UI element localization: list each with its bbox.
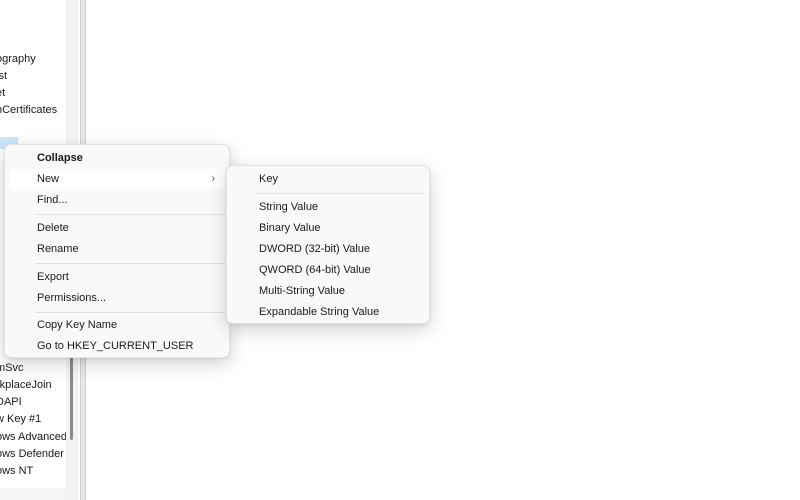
tree-node[interactable]: et [0, 86, 5, 100]
new-menu-item[interactable]: New › [9, 169, 225, 189]
go-to-hkcu-menu-item[interactable]: Go to HKEY_CURRENT_USER [9, 336, 225, 356]
tree-node[interactable]: mSvc [0, 361, 24, 375]
menu-separator [35, 214, 225, 215]
new-multi-string-value-menu-item[interactable]: Multi-String Value [231, 281, 425, 301]
new-expandable-string-value-menu-item[interactable]: Expandable String Value [231, 302, 425, 322]
new-binary-value-menu-item[interactable]: Binary Value [231, 218, 425, 238]
new-key-menu-item[interactable]: Key [231, 169, 425, 189]
tree-node[interactable]: DAPI [0, 395, 22, 409]
tree-node[interactable]: ist [0, 69, 7, 83]
horizontal-scrollbar[interactable] [0, 488, 66, 500]
new-string-value-menu-item[interactable]: String Value [231, 197, 425, 217]
tree-node[interactable]: ography [0, 52, 36, 66]
tree-node[interactable]: w Key #1 [0, 412, 41, 426]
delete-menu-item[interactable]: Delete [9, 218, 225, 238]
tree-node[interactable]: ows NT [0, 464, 33, 478]
rename-menu-item[interactable]: Rename [9, 239, 225, 259]
chevron-right-icon: › [211, 173, 215, 184]
permissions-menu-item[interactable]: Permissions... [9, 288, 225, 308]
new-menu-item-label: New [37, 173, 60, 185]
new-qword-value-menu-item[interactable]: QWORD (64-bit) Value [231, 260, 425, 280]
collapse-menu-item[interactable]: Collapse [9, 148, 225, 168]
tree-node[interactable]: rkplaceJoin [0, 378, 52, 392]
menu-separator [35, 312, 225, 313]
export-menu-item[interactable]: Export [9, 267, 225, 287]
new-submenu: Key String Value Binary Value DWORD (32-… [226, 165, 430, 324]
tree-node[interactable]: ows Advanced [0, 430, 66, 444]
find-menu-item[interactable]: Find... [9, 190, 225, 210]
context-menu: Collapse New › Find... Delete Rename Exp… [4, 144, 230, 358]
tree-node[interactable]: ows Defender [0, 447, 64, 461]
copy-key-name-menu-item[interactable]: Copy Key Name [9, 315, 225, 335]
new-dword-value-menu-item[interactable]: DWORD (32-bit) Value [231, 239, 425, 259]
tree-node[interactable]: nCertificates [0, 103, 57, 117]
menu-separator [35, 263, 225, 264]
menu-separator [255, 193, 425, 194]
